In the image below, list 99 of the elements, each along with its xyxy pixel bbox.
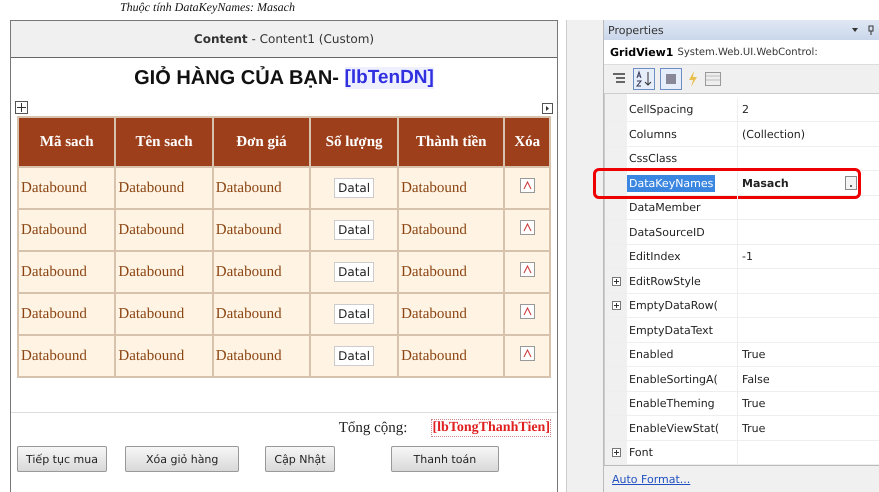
property-row[interactable]: DataSourceID <box>605 220 879 245</box>
property-row[interactable]: EnableViewStat( True <box>605 416 879 441</box>
property-name[interactable]: EmptyDataText <box>627 322 715 338</box>
object-name: GridView1 <box>610 46 674 59</box>
table-cell: Databound <box>118 264 184 280</box>
property-row[interactable]: EmptyDataText <box>605 318 879 343</box>
property-name[interactable]: EditRowStyle <box>627 272 703 290</box>
total-value: [lbTongThanhTien] <box>431 419 551 437</box>
table-cell: Databound <box>401 306 467 322</box>
property-row[interactable]: CssClass <box>605 146 879 172</box>
quantity-field[interactable]: Datal <box>334 304 374 324</box>
form-button[interactable]: Thanh toán <box>390 446 500 472</box>
quantity-field[interactable]: Datal <box>334 346 374 366</box>
property-row[interactable]: Columns (Collection) <box>605 122 879 147</box>
property-value[interactable]: Masach <box>742 176 789 190</box>
expand-icon[interactable] <box>612 301 620 310</box>
property-row[interactable]: EnableTheming True <box>605 392 879 416</box>
expand-icon[interactable] <box>612 448 620 457</box>
table-cell: Databound <box>216 264 282 280</box>
quantity-field[interactable]: Datal <box>334 178 374 198</box>
property-value[interactable]: -1 <box>742 250 753 263</box>
property-row[interactable]: EnableSortingA( False <box>605 367 879 392</box>
content-label: Content - Content1 (Custom) <box>194 32 374 46</box>
quantity-field[interactable]: Datal <box>334 220 374 240</box>
table-cell: Databound <box>118 222 184 238</box>
alphabetical-sort-icon[interactable] <box>633 68 655 90</box>
property-name[interactable]: DataSourceID <box>627 224 707 240</box>
column-header: Xóa <box>505 118 549 166</box>
property-name[interactable]: EnableViewStat( <box>627 420 722 436</box>
table-cell: Databound <box>401 222 467 238</box>
column-header: Mã sach <box>19 118 114 166</box>
form-button[interactable]: Xóa giỏ hàng <box>124 446 240 472</box>
property-value[interactable]: False <box>742 372 770 386</box>
broken-image-icon[interactable] <box>520 304 535 319</box>
table-cell: Databound <box>401 348 467 364</box>
broken-image-icon[interactable] <box>520 220 535 235</box>
smart-tag-icon[interactable] <box>542 103 553 114</box>
property-row[interactable]: CellSpacing 2 <box>605 98 879 122</box>
property-name[interactable]: DataKeyNames <box>627 174 716 192</box>
panel-title: Properties <box>608 24 665 37</box>
property-row[interactable]: Font <box>605 440 879 466</box>
column-header: Số lượng <box>311 118 398 166</box>
table-cell: Databound <box>21 348 87 364</box>
table-cell: Databound <box>21 180 87 196</box>
table-cell: Databound <box>118 180 184 196</box>
table-cell: Databound <box>118 348 184 364</box>
column-header: Tên sach <box>116 118 212 166</box>
property-name[interactable]: EditIndex <box>627 248 683 265</box>
property-value[interactable]: True <box>742 397 766 410</box>
property-row[interactable]: DataKeyNames Masach <box>605 171 879 196</box>
table-cell: Databound <box>118 306 184 322</box>
expand-icon[interactable] <box>612 276 620 286</box>
object-selector[interactable]: GridView1 System.Web.UI.WebControl: <box>604 40 879 66</box>
property-row[interactable]: EditRowStyle <box>605 269 879 294</box>
ellipsis-icon[interactable] <box>845 176 857 190</box>
broken-image-icon[interactable] <box>520 262 535 277</box>
table-cell: Databound <box>21 264 87 280</box>
property-row[interactable]: EditIndex -1 <box>605 244 879 270</box>
table-cell: Databound <box>216 348 282 364</box>
property-row[interactable]: EmptyDataRow( <box>605 294 879 318</box>
property-value[interactable]: 2 <box>742 103 749 116</box>
broken-image-icon[interactable] <box>520 178 535 193</box>
property-name[interactable]: CssClass <box>627 150 680 167</box>
property-name[interactable]: CellSpacing <box>627 101 696 118</box>
property-name[interactable]: DataMember <box>627 199 703 216</box>
property-value[interactable]: True <box>742 422 766 434</box>
pin-icon[interactable] <box>867 25 875 36</box>
column-header: Thành tiền <box>399 118 504 166</box>
total-label: Tổng cộng: <box>338 420 408 436</box>
quantity-field[interactable]: Datal <box>334 262 374 282</box>
property-row[interactable]: Enabled True <box>605 342 879 368</box>
table-cell: Databound <box>216 222 282 238</box>
table-cell: Databound <box>401 264 467 280</box>
form-button[interactable]: Cập Nhật <box>265 446 335 472</box>
property-name[interactable]: EnableTheming <box>627 395 717 412</box>
property-value[interactable]: (Collection) <box>742 128 805 140</box>
property-row[interactable]: DataMember <box>605 196 879 220</box>
properties-icon[interactable] <box>660 68 682 90</box>
property-name[interactable]: EmptyDataRow( <box>627 297 720 314</box>
broken-image-icon[interactable] <box>520 346 535 361</box>
property-name[interactable]: Enabled <box>627 346 676 363</box>
property-name[interactable]: Font <box>627 444 655 461</box>
document-caption: Thuộc tính DataKeyNames: Masach <box>119 0 296 14</box>
property-value[interactable]: True <box>742 348 766 361</box>
username-label: [lbTenDN] <box>344 67 434 89</box>
cart-heading: GIỎ HÀNG CỦA BẠN- <box>134 66 340 90</box>
table-cell: Databound <box>21 306 87 322</box>
column-header: Đơn giá <box>214 118 310 166</box>
form-button[interactable]: Tiếp tục mua <box>17 446 107 472</box>
auto-format-link[interactable]: Auto Format... <box>612 472 690 486</box>
table-cell: Databound <box>216 180 282 196</box>
property-name[interactable]: Columns <box>627 126 679 142</box>
table-cell: Databound <box>21 222 87 238</box>
dropdown-icon[interactable] <box>851 26 859 34</box>
table-cell: Databound <box>401 180 467 196</box>
table-cell: Databound <box>216 306 282 322</box>
property-name[interactable]: EnableSortingA( <box>627 370 720 388</box>
object-type: System.Web.UI.WebControl: <box>677 46 818 58</box>
move-handle-icon[interactable] <box>15 101 28 114</box>
